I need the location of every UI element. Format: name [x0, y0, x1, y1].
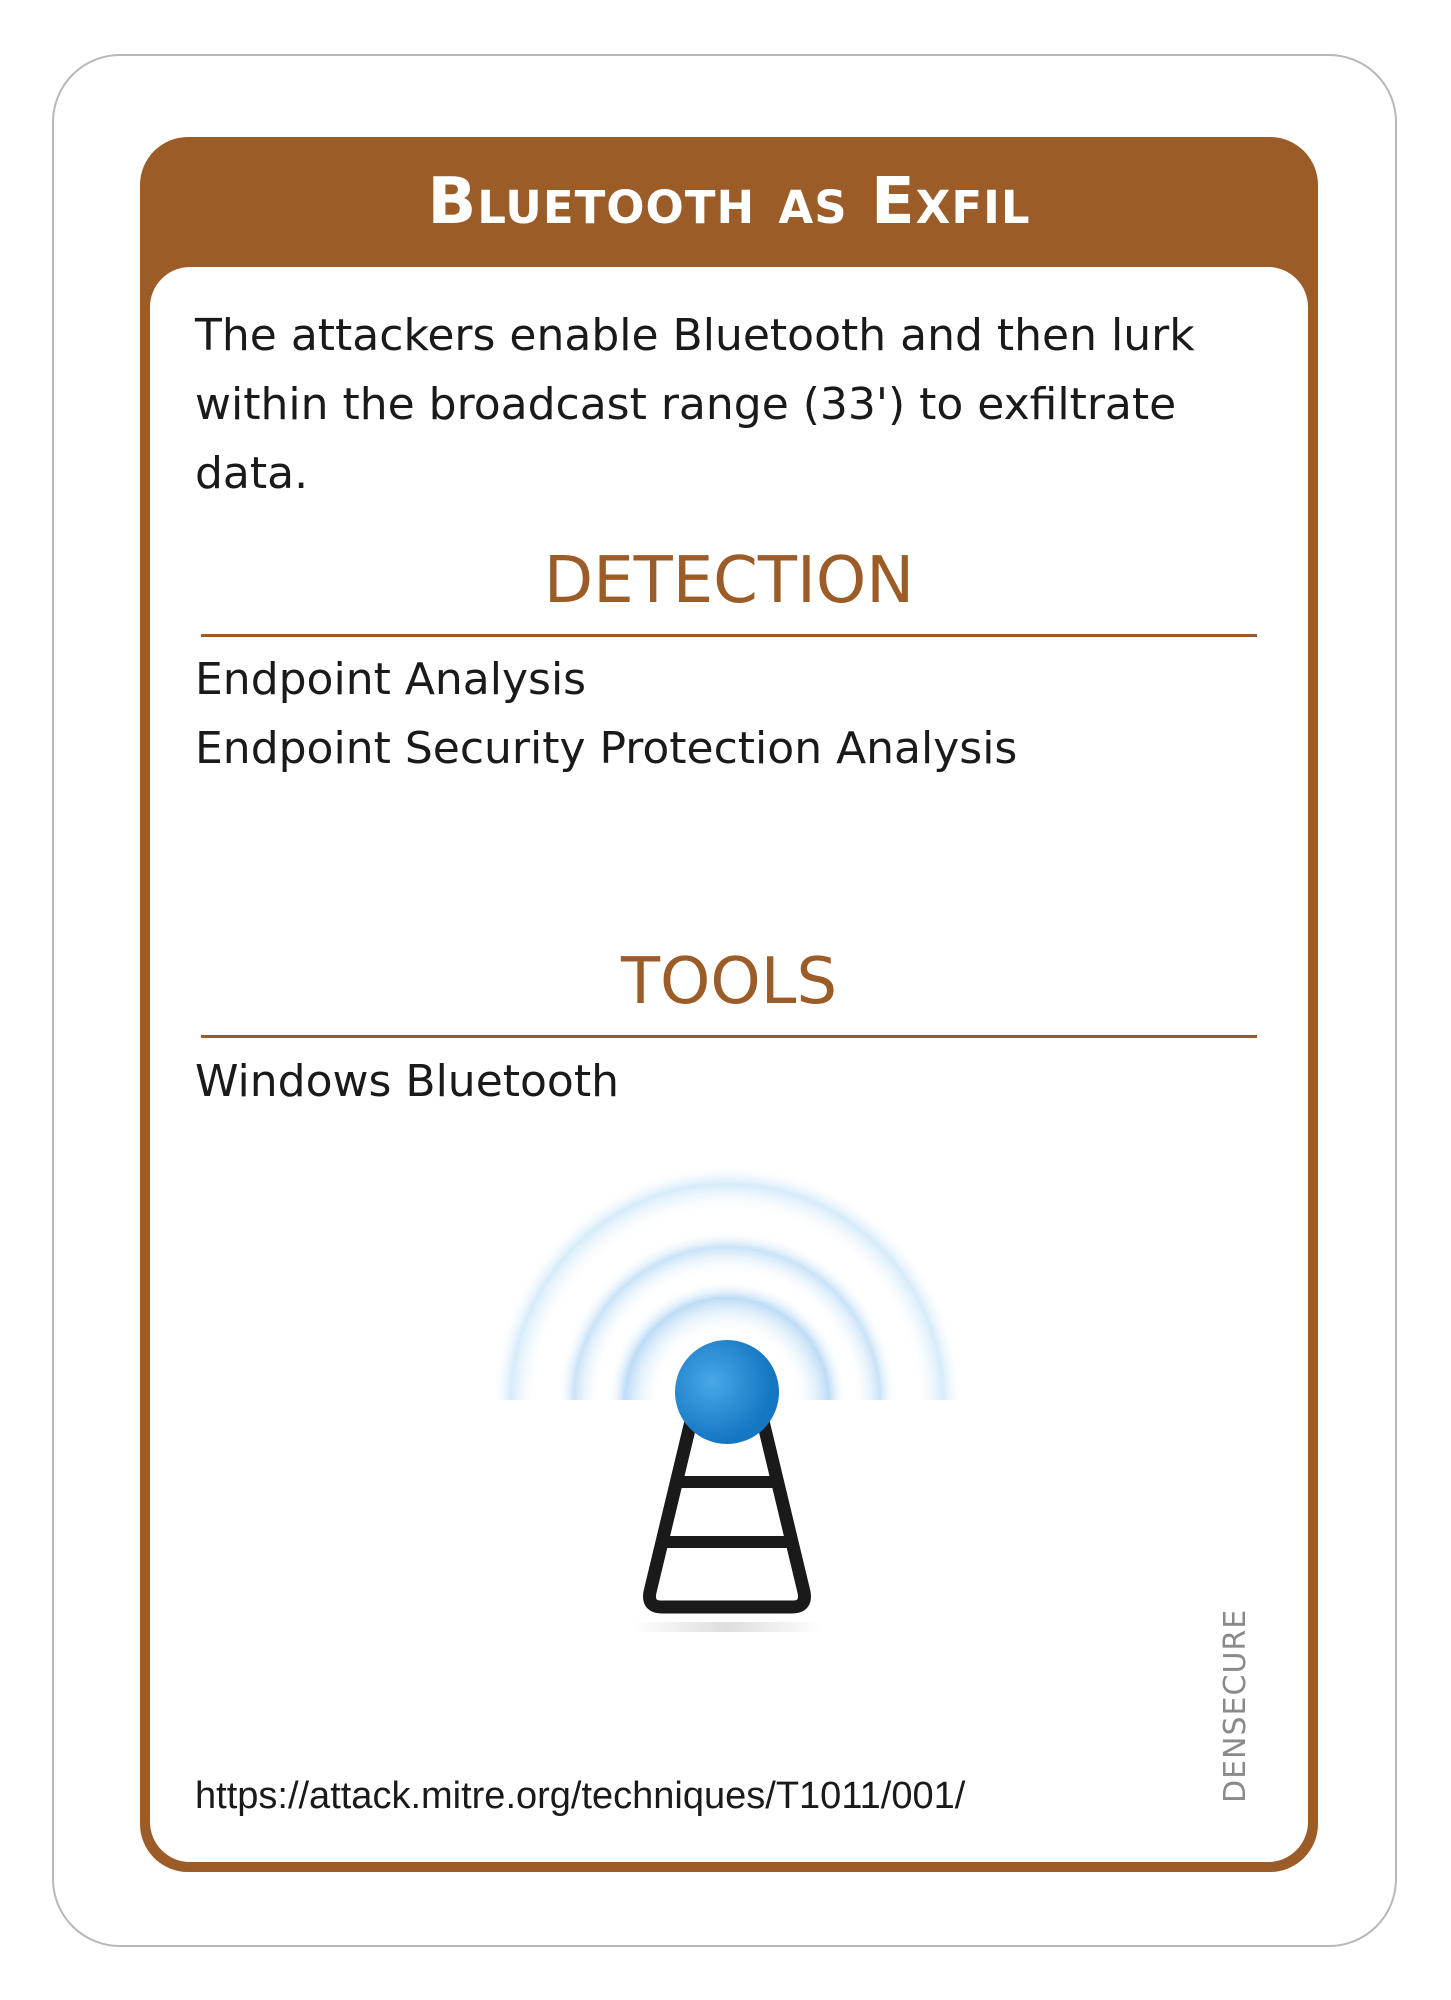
- detection-divider: [201, 634, 1257, 637]
- tools-item: Windows Bluetooth: [195, 1056, 619, 1107]
- description-line: The attackers enable Bluetooth and then …: [195, 310, 1195, 361]
- tools-heading: TOOLS: [620, 945, 838, 1019]
- tools-divider: [201, 1035, 1257, 1038]
- card-body: The attackers enable Bluetooth and then …: [150, 267, 1308, 1862]
- reference-link[interactable]: https://attack.mitre.org/techniques/T101…: [195, 1775, 965, 1818]
- brand-text: DENSECURE: [1218, 1608, 1253, 1803]
- description-line: within the broadcast range (33') to exfi…: [195, 379, 1177, 499]
- card-frame: Bluetooth as Exfil The attackers enable …: [140, 137, 1318, 1872]
- broadcast-tower-icon: [482, 1152, 972, 1672]
- page: Bluetooth as Exfil The attackers enable …: [0, 0, 1451, 2000]
- detection-item: Endpoint Security Protection Analysis: [195, 723, 1018, 774]
- detection-heading: DETECTION: [543, 544, 915, 618]
- card-description: The attackers enable Bluetooth and then …: [195, 301, 1275, 508]
- detection-item: Endpoint Analysis: [195, 654, 587, 705]
- card-title: Bluetooth as Exfil: [427, 165, 1031, 239]
